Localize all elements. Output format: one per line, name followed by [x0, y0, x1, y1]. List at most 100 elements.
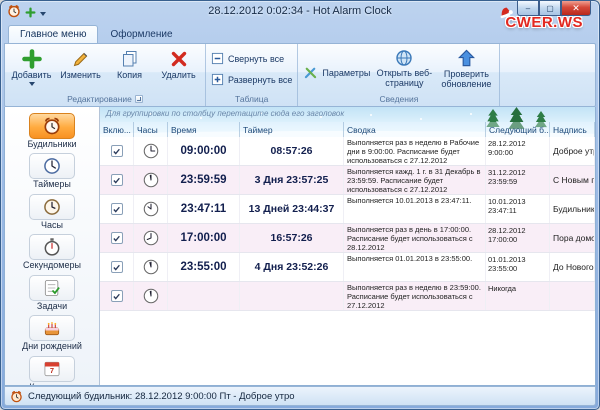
- sidebar-item-stopwatches[interactable]: Секундомеры: [8, 233, 96, 273]
- alarm-next: 01.01.2013 23:55:00: [486, 253, 550, 281]
- alarm-next: Никогда: [486, 282, 550, 310]
- column-header-row: Вклю... Часы Время Таймер Сводка Следующ…: [100, 122, 595, 137]
- table-row[interactable]: 09:00:00 08:57:26 Выполняется раз в неде…: [100, 137, 595, 166]
- add-icon: [22, 49, 42, 69]
- svg-text:7: 7: [50, 366, 54, 375]
- tasks-icon: [42, 278, 62, 298]
- table-rows: 09:00:00 08:57:26 Выполняется раз в неде…: [100, 137, 595, 385]
- ribbon-group-editing: Добавить Изменить Копия Удалить Редактир…: [5, 44, 206, 106]
- enabled-checkbox[interactable]: [111, 232, 123, 244]
- stopwatch-icon: [42, 237, 62, 257]
- clock-face-icon: [142, 142, 160, 160]
- alarm-next: 28.12.2012 17:00:00: [486, 224, 550, 252]
- parameters-button[interactable]: Параметры: [300, 63, 373, 82]
- alarm-summary: Выполняется 01.01.2013 в 23:55:00.: [344, 253, 486, 281]
- status-text: Следующий будильник: 28.12.2012 9:00:00 …: [28, 391, 295, 402]
- alarm-caption: Будильник: [550, 195, 595, 223]
- alarm-time: [168, 282, 240, 310]
- alarm-time: 09:00:00: [168, 137, 240, 165]
- tools-icon: [303, 65, 318, 80]
- table-header-winter-band: Для группировки по столбцу перетащите сю…: [100, 107, 595, 137]
- table-row[interactable]: 23:47:11 13 Дней 23:44:37 Выполняется 10…: [100, 195, 595, 224]
- alarm-countdown: 13 Дней 23:44:37: [240, 195, 344, 223]
- status-bar: Следующий будильник: 28.12.2012 9:00:00 …: [4, 386, 596, 406]
- column-header-summary[interactable]: Сводка: [344, 122, 486, 137]
- check-icon: [112, 234, 121, 243]
- alarm-summary: Выполняется кажд. 1 г. в 31 Декабрь в 23…: [344, 166, 486, 194]
- app-window: 28.12.2012 0:02:34 - Hot Alarm Clock – ▢…: [0, 0, 600, 410]
- sidebar-item-tasks[interactable]: Задачи: [8, 274, 96, 314]
- clock-face-icon: [142, 171, 160, 189]
- alarm-clock-icon: [42, 116, 62, 136]
- pencil-icon: [71, 49, 91, 69]
- enabled-checkbox[interactable]: [111, 261, 123, 273]
- alarm-countdown: 3 Дня 23:57:25: [240, 166, 344, 194]
- enabled-checkbox[interactable]: [111, 203, 123, 215]
- alarm-caption: Пора домой: [550, 224, 595, 252]
- check-icon: [112, 292, 121, 301]
- alarm-next: 28.12.2012 9:00:00: [486, 137, 550, 165]
- check-update-button[interactable]: Проверить обновление: [435, 46, 497, 91]
- app-icon[interactable]: [7, 4, 21, 23]
- main-body: Будильники Таймеры Часы Секундомеры Зада…: [4, 107, 596, 386]
- alarm-countdown: 16:57:26: [240, 224, 344, 252]
- alarm-caption: [550, 282, 595, 310]
- sidebar-item-alarms[interactable]: Будильники: [8, 112, 96, 152]
- table-row[interactable]: 23:59:59 3 Дня 23:57:25 Выполняется кажд…: [100, 166, 595, 195]
- table-row[interactable]: 17:00:00 16:57:26 Выполняется раз в день…: [100, 224, 595, 253]
- column-header-timer[interactable]: Таймер: [240, 122, 344, 137]
- enabled-checkbox[interactable]: [111, 145, 123, 157]
- clock-face-icon: [142, 258, 160, 276]
- copy-button[interactable]: Копия: [105, 46, 154, 82]
- alarm-time: 23:55:00: [168, 253, 240, 281]
- sidebar-item-birthdays[interactable]: Дни рождений: [8, 314, 96, 354]
- sidebar: Будильники Таймеры Часы Секундомеры Зада…: [5, 107, 100, 385]
- copy-icon: [120, 49, 140, 69]
- alarm-countdown: 08:57:26: [240, 137, 344, 165]
- alarm-caption: До Нового года: [550, 253, 595, 281]
- alarm-time: 23:47:11: [168, 195, 240, 223]
- alarm-next: 31.12.2012 23:59:59: [486, 166, 550, 194]
- check-icon: [112, 147, 121, 156]
- tab-appearance[interactable]: Оформление: [99, 26, 183, 43]
- delete-x-icon: [169, 49, 189, 69]
- alarm-summary: Выполняется раз в день в 17:00:00. Распи…: [344, 224, 486, 252]
- sidebar-item-timers[interactable]: Таймеры: [8, 152, 96, 192]
- edit-button[interactable]: Изменить: [56, 46, 105, 82]
- column-header-enabled[interactable]: Вклю...: [100, 122, 134, 137]
- check-icon: [112, 205, 121, 214]
- clock-face-icon: [142, 287, 160, 305]
- chevron-down-icon[interactable]: [40, 12, 46, 16]
- collapse-all-button[interactable]: Свернуть все: [208, 50, 287, 67]
- column-header-next[interactable]: Следующий б...: [486, 122, 550, 137]
- sidebar-item-clocks[interactable]: Часы: [8, 193, 96, 233]
- table-row[interactable]: Выполняется раз в неделю в 23:59:00. Рас…: [100, 282, 595, 311]
- table-row[interactable]: 23:55:00 4 Дня 23:52:26 Выполняется 01.0…: [100, 253, 595, 282]
- ribbon-group-info: Параметры Открыть веб-страницу Проверить…: [298, 44, 500, 106]
- group-label-table: Таблица: [235, 94, 268, 104]
- enabled-checkbox[interactable]: [111, 174, 123, 186]
- enabled-checkbox[interactable]: [111, 290, 123, 302]
- open-web-page-button[interactable]: Открыть веб-страницу: [373, 46, 435, 90]
- tab-main-menu[interactable]: Главное меню: [8, 25, 98, 43]
- alarm-summary: Выполняется 10.01.2013 в 23:47:11.: [344, 195, 486, 223]
- expand-all-icon: [211, 73, 224, 86]
- check-icon: [112, 176, 121, 185]
- wall-clock-icon: [42, 197, 62, 217]
- alarm-next: 10.01.2013 23:47:11: [486, 195, 550, 223]
- column-header-clock[interactable]: Часы: [134, 122, 168, 137]
- delete-button[interactable]: Удалить: [154, 46, 203, 82]
- expand-all-button[interactable]: Развернуть все: [208, 71, 295, 88]
- column-header-caption[interactable]: Надпись: [550, 122, 595, 137]
- birthday-cake-icon: [42, 318, 62, 338]
- add-button[interactable]: Добавить: [7, 46, 56, 87]
- sidebar-item-calendar[interactable]: 7 Календарь: [8, 355, 96, 386]
- ribbon: Добавить Изменить Копия Удалить Редактир…: [4, 43, 596, 107]
- collapse-all-icon: [211, 52, 224, 65]
- chevron-down-icon: [29, 82, 35, 86]
- alarm-caption: Доброе утро: [550, 137, 595, 165]
- column-header-time[interactable]: Время: [168, 122, 240, 137]
- group-by-drop-zone[interactable]: Для группировки по столбцу перетащите сю…: [106, 109, 344, 118]
- quick-add-button[interactable]: [25, 5, 36, 23]
- dialog-launcher-icon[interactable]: [135, 95, 143, 103]
